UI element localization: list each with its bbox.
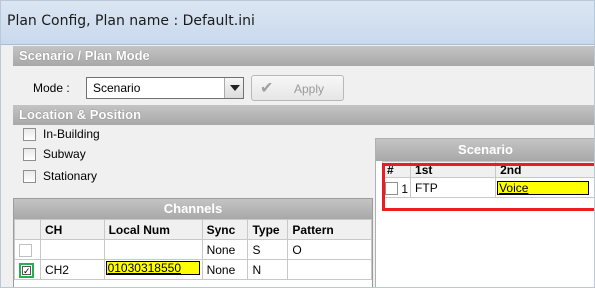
table-row[interactable]: None S O <box>14 239 372 260</box>
stationary-checkbox[interactable] <box>23 170 36 183</box>
location-position-header: Location & Position <box>13 105 594 125</box>
checkmark-icon: ✔ <box>260 80 274 97</box>
pattern-cell[interactable] <box>287 259 372 280</box>
pattern-cell[interactable]: O <box>287 239 372 260</box>
mode-row: Mode : Scenario ✔ Apply <box>13 71 594 105</box>
row-checkbox-checked[interactable]: ✓ <box>19 262 34 278</box>
col-header-local-num: Local Num <box>103 219 203 240</box>
sync-cell[interactable]: None <box>201 239 249 260</box>
ch-cell[interactable]: CH2 <box>39 259 105 280</box>
subway-checkbox[interactable] <box>23 148 36 161</box>
local-num-cell[interactable]: 01030318550 <box>103 259 203 280</box>
plan-config-window: Plan Config, Plan name : Default.ini Sce… <box>0 0 595 288</box>
stationary-label: Stationary <box>43 169 98 183</box>
mode-select[interactable]: Scenario <box>86 77 244 99</box>
row-select-cell[interactable] <box>14 239 41 260</box>
row-select-cell[interactable]: ✓ <box>14 259 41 280</box>
mode-select-value: Scenario <box>93 81 141 95</box>
col-header-ch: CH <box>39 219 105 240</box>
scenario-title: Scenario <box>376 139 594 161</box>
type-cell[interactable]: N <box>247 259 289 280</box>
channels-header-row: CH Local Num Sync Type Pattern <box>14 219 372 240</box>
in-building-label: In-Building <box>43 127 100 141</box>
local-num-highlight: 01030318550 <box>105 261 200 275</box>
mode-label: Mode : <box>33 81 70 95</box>
table-row[interactable]: ✓ CH2 01030318550 None N <box>14 259 372 280</box>
chevron-down-icon[interactable] <box>224 78 243 98</box>
col-header-sync: Sync <box>201 219 249 240</box>
subway-label: Subway <box>43 147 86 161</box>
sync-cell[interactable]: None <box>201 259 249 280</box>
channels-table: CH Local Num Sync Type Pattern None S O … <box>14 219 372 280</box>
col-header-pattern: Pattern <box>287 219 372 240</box>
window-title: Plan Config, Plan name : Default.ini <box>7 13 255 29</box>
in-building-checkbox[interactable] <box>23 128 36 141</box>
title-bar: Plan Config, Plan name : Default.ini <box>1 1 594 45</box>
apply-label: Apply <box>294 82 325 96</box>
col-header-type: Type <box>247 219 289 240</box>
local-num-cell[interactable] <box>103 239 203 260</box>
check-icon: ✓ <box>22 265 31 276</box>
channels-panel: Channels CH Local Num Sync Type Pattern … <box>13 198 373 287</box>
apply-button[interactable]: ✔ Apply <box>251 75 344 101</box>
row-checkbox[interactable] <box>19 243 32 257</box>
col-header-select <box>14 219 41 240</box>
channels-title: Channels <box>14 199 372 219</box>
highlight-outline <box>382 163 594 211</box>
ch-cell[interactable] <box>39 239 105 260</box>
scenario-panel: Scenario # 1st 2nd 1 FTP Voice <box>375 138 594 287</box>
scenario-plan-mode-header: Scenario / Plan Mode <box>13 46 594 66</box>
type-cell[interactable]: S <box>247 239 289 260</box>
